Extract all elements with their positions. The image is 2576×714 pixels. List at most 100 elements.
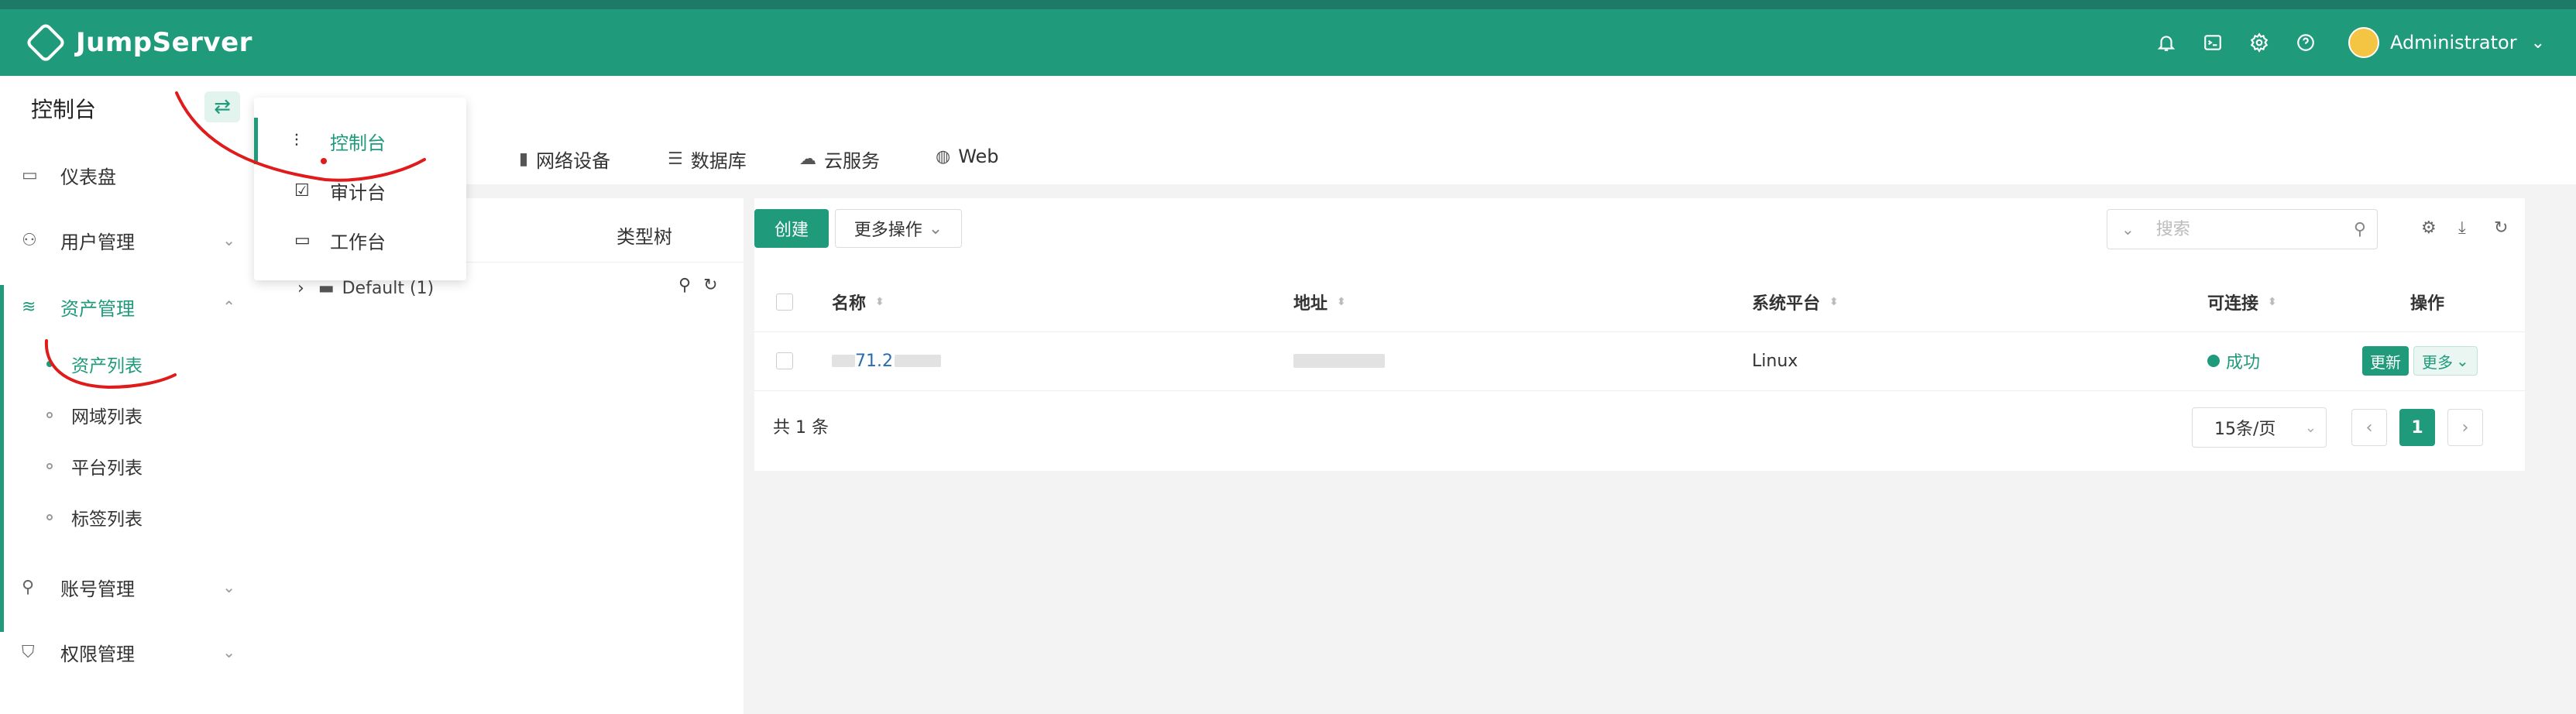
asset-list-panel: 创建 更多操作 ⌄ ⌄ ⚲ ⚙ ⤓ ↻ 名称⬍ 地址⬍ 系统平台⬍ 可连接⬍ 操…	[754, 198, 2525, 471]
sidebar-sub-asset-list[interactable]: 资产列表	[46, 348, 143, 379]
sidebar-item-permissions[interactable]: ⛉ 权限管理 ⌄	[0, 629, 263, 675]
stack-icon: ≋	[22, 297, 36, 317]
asset-address	[1293, 331, 1385, 390]
chevron-right-icon[interactable]: ›	[297, 279, 304, 298]
total-count: 共 1 条	[773, 418, 829, 438]
column-header-name[interactable]: 名称 ⬍	[832, 273, 884, 331]
redacted-text	[832, 355, 855, 367]
chevron-down-icon: ⌄	[222, 231, 235, 249]
network-icon: ▮	[519, 149, 529, 169]
chevron-down-icon[interactable]: ⌄	[2531, 33, 2545, 53]
chevron-down-icon: ⌄	[2456, 352, 2469, 370]
create-button[interactable]: 创建	[754, 209, 829, 248]
sidebar-item-dashboard[interactable]: ▭ 仪表盘	[0, 152, 263, 198]
page-size-select[interactable]: 15条/页 ⌄	[2192, 407, 2327, 448]
sidebar-item-users[interactable]: ⚇ 用户管理 ⌄	[0, 217, 263, 263]
chevron-down-icon: ⌄	[928, 218, 943, 239]
brand-logo-icon	[25, 22, 67, 64]
redacted-text	[894, 355, 941, 367]
dropdown-item-audit[interactable]: ☑ 审计台	[254, 167, 466, 214]
table-header: 名称 ⬍ 地址 ⬍ 系统平台 ⬍ 可连接 ⬍ 操作	[754, 273, 2525, 332]
prev-page-button[interactable]: ‹	[2351, 409, 2387, 446]
database-icon: ☰	[668, 149, 683, 169]
update-button[interactable]: 更新	[2362, 346, 2409, 376]
tab-network-devices[interactable]: ▮ 网络设备	[519, 146, 610, 173]
column-header-connectivity[interactable]: 可连接 ⬍	[2207, 273, 2277, 331]
users-icon: ⚇	[22, 230, 37, 250]
globe-icon: ◍	[936, 146, 951, 166]
sidebar: 控制台 ⇄ ▭ 仪表盘 ⚇ 用户管理 ⌄ ≋ 资产管理 ⌃ 资产列表 网域列表 …	[0, 76, 264, 714]
sidebar-sub-platform-list[interactable]: 平台列表	[46, 451, 143, 482]
search-icon[interactable]: ⚲	[678, 276, 691, 295]
bullet-icon	[46, 412, 53, 418]
user-name[interactable]: Administrator	[2390, 32, 2517, 53]
monitor-icon: ▭	[294, 230, 311, 250]
cloud-icon: ☁	[799, 149, 816, 169]
checkbox-icon: ☑	[294, 180, 310, 201]
gear-icon[interactable]: ⚙	[2421, 218, 2437, 238]
sort-icon[interactable]: ⬍	[1337, 296, 1346, 308]
search-icon[interactable]: ⚲	[2354, 220, 2366, 239]
tab-type-tree[interactable]: 类型树	[617, 221, 672, 249]
dropdown-item-workbench[interactable]: ▭ 工作台	[254, 217, 466, 263]
search-box[interactable]: ⌄ ⚲	[2107, 209, 2378, 249]
asset-platform: Linux	[1752, 351, 1798, 371]
sliders-icon: ⫶	[294, 131, 299, 151]
tab-cloud[interactable]: ☁ 云服务	[799, 146, 880, 173]
sidebar-sub-domain-list[interactable]: 网域列表	[46, 400, 143, 431]
bullet-icon	[46, 463, 53, 469]
chevron-up-icon: ⌃	[222, 297, 235, 316]
next-page-button[interactable]: ›	[2447, 409, 2483, 446]
status-badge: 成功	[2207, 331, 2260, 390]
row-more-button[interactable]: 更多 ⌄	[2413, 346, 2478, 376]
search-input[interactable]	[2154, 218, 2344, 240]
tab-database[interactable]: ☰ 数据库	[668, 146, 747, 173]
download-icon[interactable]: ⤓	[2458, 218, 2466, 238]
sidebar-sub-label-list[interactable]: 标签列表	[46, 502, 143, 533]
help-icon[interactable]	[2294, 31, 2317, 54]
folder-icon: ▬	[318, 279, 335, 298]
table-row[interactable]: 71.2 Linux 成功 更新 更多 ⌄	[754, 331, 2525, 391]
select-all-checkbox[interactable]	[776, 293, 793, 311]
page-number-button[interactable]: 1	[2399, 409, 2435, 446]
sidebar-item-accounts[interactable]: ⚲ 账号管理 ⌄	[0, 564, 263, 610]
column-header-actions: 操作	[2410, 294, 2445, 314]
refresh-icon[interactable]: ↻	[703, 276, 717, 295]
brand-logo[interactable]: JumpServer	[25, 22, 252, 64]
terminal-icon[interactable]	[2201, 31, 2224, 54]
tab-web[interactable]: ◍ Web	[936, 146, 999, 167]
chevron-down-icon: ⌄	[222, 643, 235, 661]
asset-name-link[interactable]: 71.2	[832, 331, 941, 390]
dashboard-icon: ▭	[22, 165, 38, 185]
shield-icon: ⛉	[22, 642, 35, 662]
sort-icon[interactable]: ⬍	[2268, 296, 2277, 308]
asset-type-tabs: ▮ 网络设备 ☰ 数据库 ☁ 云服务 ◍ Web	[263, 76, 2576, 184]
refresh-icon[interactable]: ↻	[2494, 218, 2508, 238]
sidebar-title: 控制台	[31, 97, 97, 122]
dropdown-item-console[interactable]: ⫶ 控制台	[254, 118, 470, 164]
bullet-icon	[46, 361, 53, 367]
workspace-dropdown: ⫶ 控制台 ☑ 审计台 ▭ 工作台	[254, 98, 466, 280]
avatar[interactable]	[2348, 27, 2379, 58]
bullet-icon	[46, 514, 53, 520]
sidebar-item-assets[interactable]: ≋ 资产管理 ⌃	[0, 283, 263, 330]
chevron-down-icon: ⌄	[222, 578, 235, 596]
row-checkbox[interactable]	[776, 352, 793, 369]
gear-icon[interactable]	[2248, 31, 2271, 54]
check-circle-icon	[2207, 355, 2220, 367]
bell-icon[interactable]	[2155, 31, 2178, 54]
column-header-platform[interactable]: 系统平台 ⬍	[1752, 273, 1839, 331]
top-header: JumpServer Administrator ⌄	[0, 9, 2576, 76]
column-header-address[interactable]: 地址 ⬍	[1293, 273, 1346, 331]
top-strip	[0, 0, 2576, 9]
more-actions-button[interactable]: 更多操作 ⌄	[835, 209, 962, 248]
tree-node-default[interactable]: › ▬ Default (1)	[297, 279, 434, 298]
swap-icon[interactable]: ⇄	[204, 91, 240, 122]
redacted-text	[1293, 354, 1385, 368]
chevron-down-icon[interactable]: ⌄	[2121, 220, 2135, 239]
account-icon: ⚲	[22, 577, 35, 597]
sort-icon[interactable]: ⬍	[875, 296, 884, 308]
chevron-down-icon: ⌄	[2304, 419, 2317, 436]
sort-icon[interactable]: ⬍	[1829, 296, 1839, 308]
brand-name: JumpServer	[76, 27, 252, 58]
